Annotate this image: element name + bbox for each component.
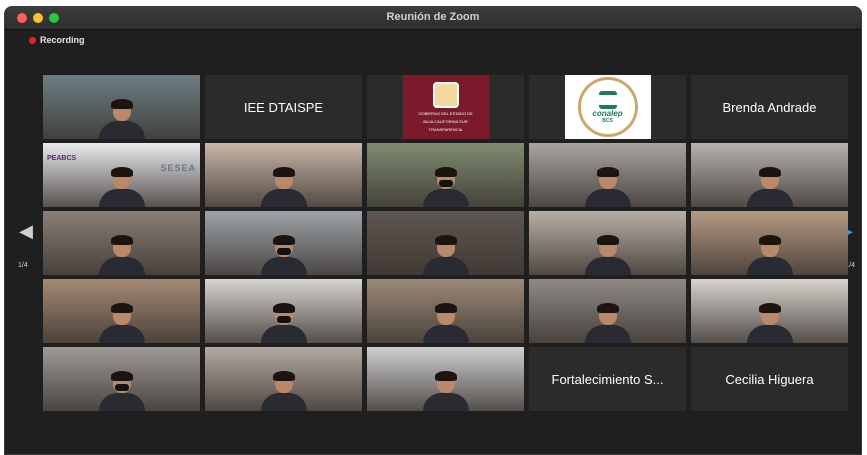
participant-silhouette — [746, 235, 793, 275]
participant-video — [43, 211, 200, 275]
participant-tile[interactable] — [529, 143, 686, 207]
participant-silhouette — [260, 303, 307, 343]
conalep-logo: conalep BCS — [564, 75, 651, 139]
participant-silhouette — [584, 235, 631, 275]
participant-silhouette — [422, 167, 469, 207]
participant-silhouette — [422, 235, 469, 275]
participant-tile[interactable]: conalep BCS — [529, 75, 686, 139]
participant-silhouette — [422, 371, 469, 411]
logo-sub: BCS — [602, 117, 613, 124]
participant-tile[interactable] — [367, 211, 524, 275]
participant-tile[interactable] — [205, 347, 362, 411]
participant-video — [205, 279, 362, 343]
previous-page-indicator: 1/4 — [18, 262, 28, 269]
participant-tile[interactable] — [205, 143, 362, 207]
participant-silhouette — [98, 99, 145, 139]
participant-tile[interactable] — [691, 143, 848, 207]
recording-dot-icon — [29, 36, 36, 44]
participant-name: Fortalecimiento S... — [551, 371, 664, 387]
window-title: Reunión de Zoom — [386, 11, 480, 23]
participant-video — [43, 75, 200, 139]
logo-text: GOBIERNO DEL ESTADO DE — [418, 111, 473, 116]
participant-name: Cecilia Higuera — [725, 371, 814, 387]
participant-tile[interactable] — [43, 75, 200, 139]
participant-silhouette — [260, 371, 307, 411]
participant-video — [529, 211, 686, 275]
participant-silhouette — [98, 235, 145, 275]
logo-text: TRANSPARENCIA — [428, 127, 463, 132]
participant-silhouette — [98, 167, 145, 207]
participant-tile[interactable]: Fortalecimiento S... — [529, 347, 686, 411]
participant-tile[interactable] — [43, 211, 200, 275]
participant-tile[interactable] — [529, 279, 686, 343]
participant-video — [529, 143, 686, 207]
participant-video — [367, 211, 524, 275]
previous-page-button[interactable]: ◀ — [15, 222, 37, 240]
participant-video — [691, 211, 848, 275]
participant-silhouette — [584, 167, 631, 207]
logo-brand: conalep — [592, 108, 623, 118]
participant-video: PEABCS SESEA — [43, 143, 200, 207]
zoom-window: Reunión de Zoom Recording ◀ 1/4 ▶ 1/4 IE… — [4, 6, 862, 455]
participant-tile[interactable]: Cecilia Higuera — [691, 347, 848, 411]
participant-tile[interactable]: IEE DTAISPE — [205, 75, 362, 139]
gobierno-bcs-logo: GOBIERNO DEL ESTADO DE BAJA CALIFORNIA SU… — [402, 75, 489, 139]
participant-tile[interactable] — [367, 347, 524, 411]
participant-tile[interactable]: PEABCS SESEA — [43, 143, 200, 207]
participant-tile[interactable] — [529, 211, 686, 275]
participant-silhouette — [98, 371, 145, 411]
participant-tile[interactable]: GOBIERNO DEL ESTADO DE BAJA CALIFORNIA SU… — [367, 75, 524, 139]
participant-silhouette — [746, 303, 793, 343]
title-bar: Reunión de Zoom — [5, 7, 861, 30]
logo-text: BAJA CALIFORNIA SUR — [423, 119, 468, 124]
crest-icon — [432, 82, 459, 108]
participant-video — [205, 143, 362, 207]
sesea-logo: SESEA — [160, 163, 196, 173]
participant-silhouette — [422, 303, 469, 343]
participant-video — [691, 279, 848, 343]
participant-video — [691, 143, 848, 207]
participant-tile[interactable] — [691, 279, 848, 343]
conalep-mark-icon — [598, 90, 617, 109]
participant-tile[interactable] — [43, 279, 200, 343]
participant-video — [367, 143, 524, 207]
gallery-grid: IEE DTAISPE GOBIERNO DEL ESTADO DE BAJA CA… — [43, 75, 848, 411]
participant-silhouette — [746, 167, 793, 207]
participant-video — [205, 211, 362, 275]
recording-indicator[interactable]: Recording — [29, 35, 85, 45]
participant-silhouette — [584, 303, 631, 343]
recording-label: Recording — [40, 35, 85, 45]
participant-tile[interactable] — [43, 347, 200, 411]
participant-video — [43, 347, 200, 411]
chevron-left-icon: ◀ — [19, 221, 33, 241]
participant-tile[interactable] — [691, 211, 848, 275]
participant-video — [367, 347, 524, 411]
participant-silhouette — [98, 303, 145, 343]
participant-tile[interactable]: Brenda Andrade — [691, 75, 848, 139]
participant-video — [205, 347, 362, 411]
participant-name: IEE DTAISPE — [243, 99, 324, 115]
participant-tile[interactable] — [367, 143, 524, 207]
participant-tile[interactable] — [367, 279, 524, 343]
participant-tile[interactable] — [205, 279, 362, 343]
peabcs-logo: PEABCS — [47, 155, 77, 162]
participant-video — [43, 279, 200, 343]
participant-silhouette — [260, 167, 307, 207]
participant-video — [529, 279, 686, 343]
participant-silhouette — [260, 235, 307, 275]
participant-video — [367, 279, 524, 343]
participant-tile[interactable] — [205, 211, 362, 275]
participant-name: Brenda Andrade — [722, 99, 817, 115]
